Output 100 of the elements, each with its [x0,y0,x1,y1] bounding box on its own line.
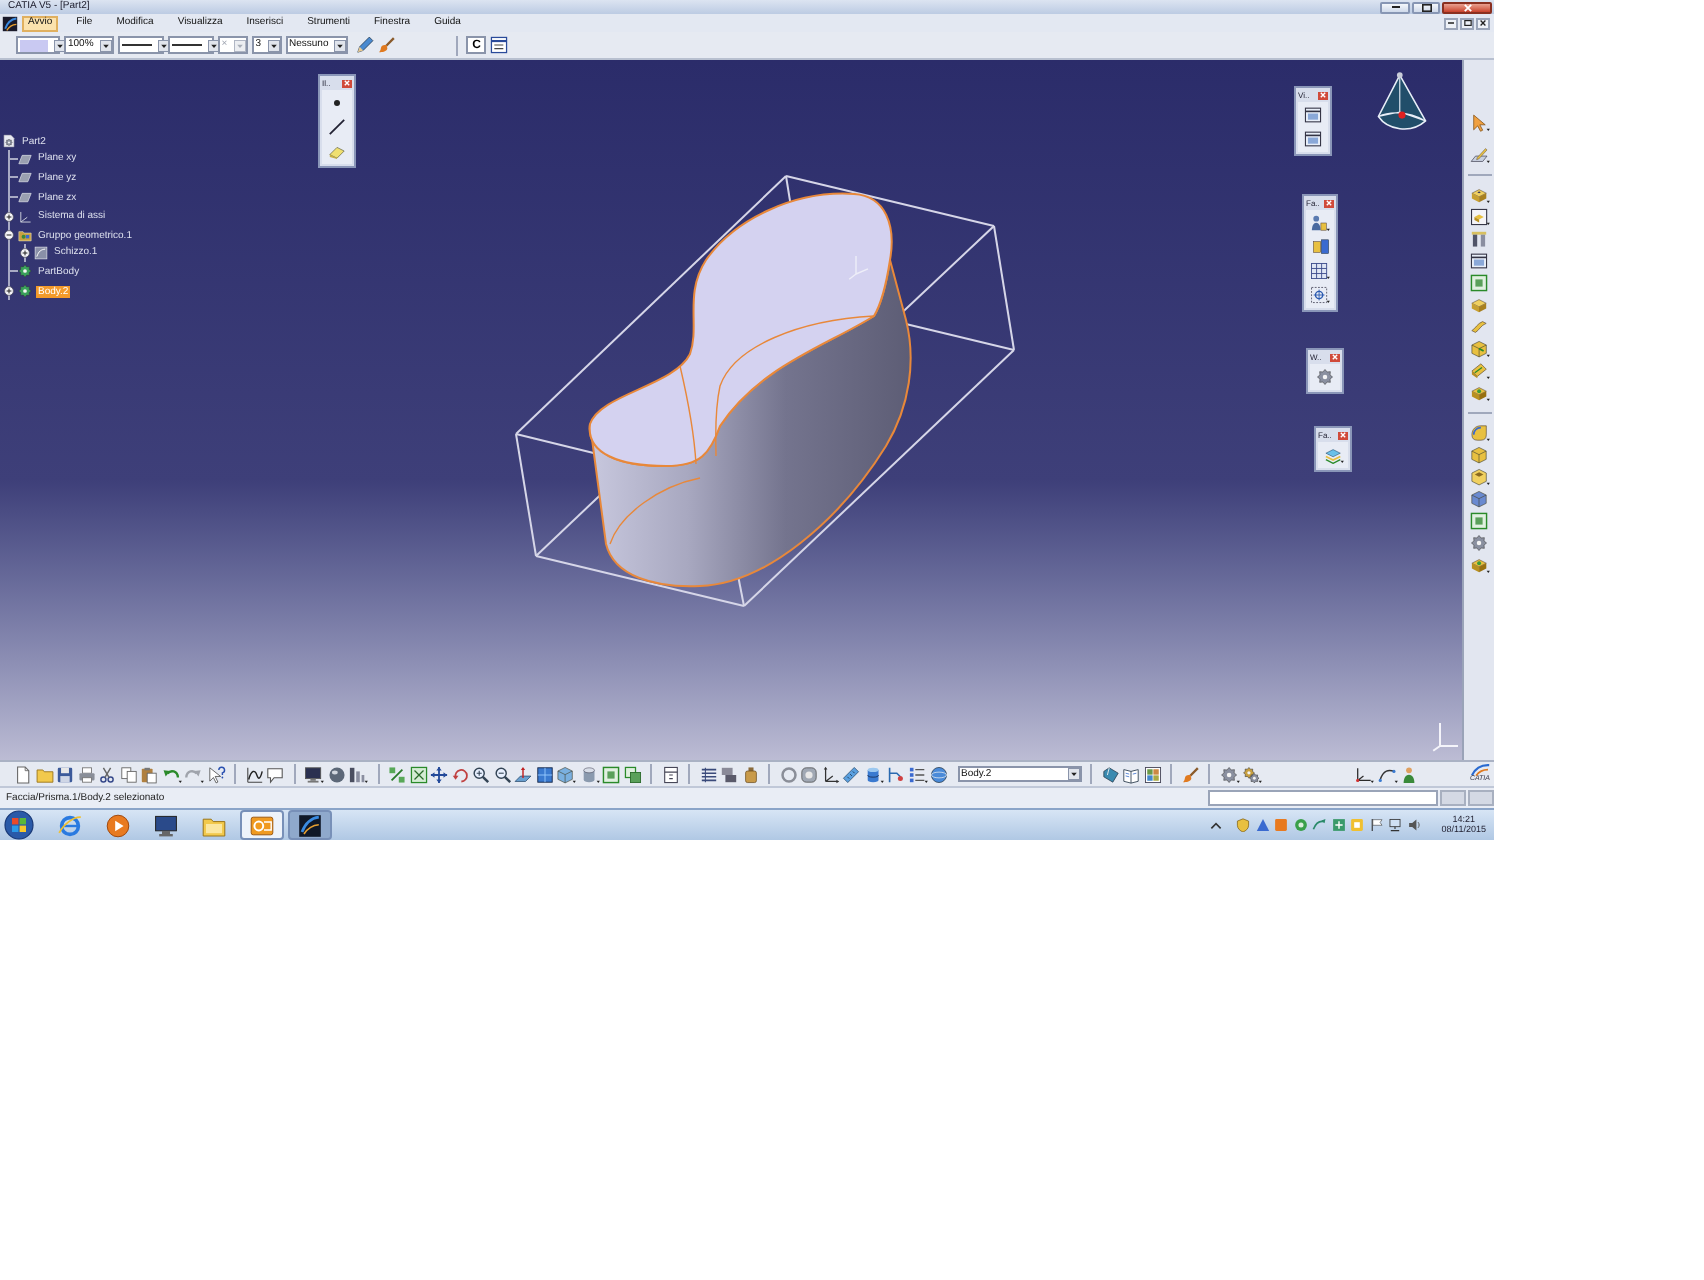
minimize-button[interactable] [1444,17,1458,29]
sphere-icon[interactable] [930,765,948,783]
gears-icon[interactable] [1242,765,1262,783]
start-orb-icon[interactable] [4,810,34,840]
slab-icon[interactable] [1469,556,1489,574]
curved-arrow-icon[interactable] [1312,818,1327,832]
line-style-dropdown[interactable] [167,36,214,54]
rounded-block-icon[interactable] [1469,424,1489,442]
color-dropdown[interactable] [16,36,60,54]
tile-icon[interactable] [1350,818,1365,832]
grid-icon[interactable] [1310,262,1330,280]
overlapping-squares-icon[interactable] [623,765,641,783]
curved-sheet-icon[interactable] [1470,318,1488,336]
command-input[interactable] [1208,790,1438,806]
gear-icon[interactable] [1219,765,1239,783]
function-graph-icon[interactable] [245,765,263,783]
plus-tile-icon[interactable] [1331,818,1346,832]
framed-square-icon[interactable] [1470,274,1488,292]
plane-arrow-icon[interactable] [514,765,532,783]
slab-icon[interactable] [1470,296,1488,314]
expand-icon[interactable] [4,211,14,222]
pointer-icon[interactable] [1469,114,1489,132]
cube-icon[interactable] [1470,446,1488,464]
axes-icon[interactable] [1354,765,1375,783]
crosshair-icon[interactable] [1310,286,1330,304]
speech-bubble-icon[interactable] [266,765,284,783]
bars-icon[interactable] [348,765,368,783]
branch-icon[interactable] [886,765,904,783]
layers-icon[interactable] [1323,446,1343,464]
shield-icon[interactable] [1236,818,1251,832]
pillars-icon[interactable] [1470,230,1488,248]
framed-square-icon[interactable] [1470,512,1488,530]
framed-slab-icon[interactable] [1469,208,1489,226]
compass-icon[interactable] [1376,72,1428,132]
window-icon[interactable] [1470,252,1488,270]
app-icon[interactable] [2,15,18,31]
swoosh-ring-icon[interactable] [58,813,82,837]
window-list-icon[interactable] [490,36,509,54]
figure-block-icon[interactable] [1310,214,1330,232]
minimize-button[interactable] [1380,1,1410,13]
restore-button[interactable] [1460,17,1474,29]
play-icon[interactable] [106,813,130,837]
taskbar-button[interactable] [288,810,332,840]
clipboard-icon[interactable] [140,765,158,783]
line-style-dropdown[interactable] [117,36,164,54]
close-button[interactable] [1476,17,1490,29]
expand-icon[interactable] [20,247,30,258]
diagonal-squares-icon[interactable] [388,765,406,783]
rotate-icon[interactable] [451,765,469,783]
ring-icon[interactable] [1293,818,1308,832]
window-icon[interactable] [1304,106,1322,124]
list-icon[interactable] [907,765,927,783]
cylinder-icon[interactable] [579,765,599,783]
ruler-icon[interactable] [842,765,860,783]
monitor-icon[interactable] [154,813,178,837]
ring-icon[interactable] [779,765,797,783]
fit-all-icon[interactable] [409,765,427,783]
hollow-cube-icon[interactable] [1469,468,1489,486]
cube-icon[interactable] [1470,490,1488,508]
person-icon[interactable] [1400,765,1419,783]
flag-icon[interactable] [1369,818,1384,832]
copy-icon[interactable] [119,765,137,783]
tile-grid-icon[interactable] [1143,765,1161,783]
zoom-in-icon[interactable] [472,765,490,783]
monitor-icon[interactable] [304,765,324,783]
cube-icon[interactable] [556,765,576,783]
form-icon[interactable] [661,765,679,783]
axes-icon[interactable] [821,765,839,783]
slab-icon[interactable] [1469,384,1489,402]
chevron-up-icon[interactable] [1209,821,1222,829]
cube-icon[interactable] [1469,340,1489,358]
help-pointer-icon[interactable] [207,765,225,783]
undo-icon[interactable] [161,765,181,783]
framed-square-icon[interactable] [602,765,620,783]
gear-icon[interactable] [1316,368,1334,386]
folder-icon[interactable] [202,813,226,837]
curve-icon[interactable] [1377,765,1398,783]
sphere-icon[interactable] [327,765,345,783]
line-icon[interactable] [328,118,346,136]
table-lines-icon[interactable] [699,765,717,783]
bottle-icon[interactable] [741,765,759,783]
taskbar-button[interactable] [240,810,284,840]
paintbrush-icon[interactable] [1181,765,1199,783]
printer-icon[interactable] [77,765,95,783]
point-icon[interactable] [334,100,340,106]
triangle-icon[interactable] [1255,818,1270,832]
gear-icon[interactable] [1470,534,1488,552]
stacked-blocks-icon[interactable] [720,765,738,783]
pencil-plane-icon[interactable] [1469,146,1489,164]
collapse-icon[interactable] [4,230,14,241]
pan-icon[interactable] [430,765,448,783]
tilted-box-icon[interactable] [1101,765,1119,783]
monitor-icon[interactable] [1388,818,1403,832]
cylinder-icon[interactable] [863,765,883,783]
pencil-icon[interactable] [356,36,375,54]
page-icon[interactable] [14,765,32,783]
open-book-icon[interactable] [1122,765,1140,783]
speaker-icon[interactable] [1407,818,1422,832]
zoom-out-icon[interactable] [493,765,511,783]
restore-button[interactable] [1412,1,1440,13]
